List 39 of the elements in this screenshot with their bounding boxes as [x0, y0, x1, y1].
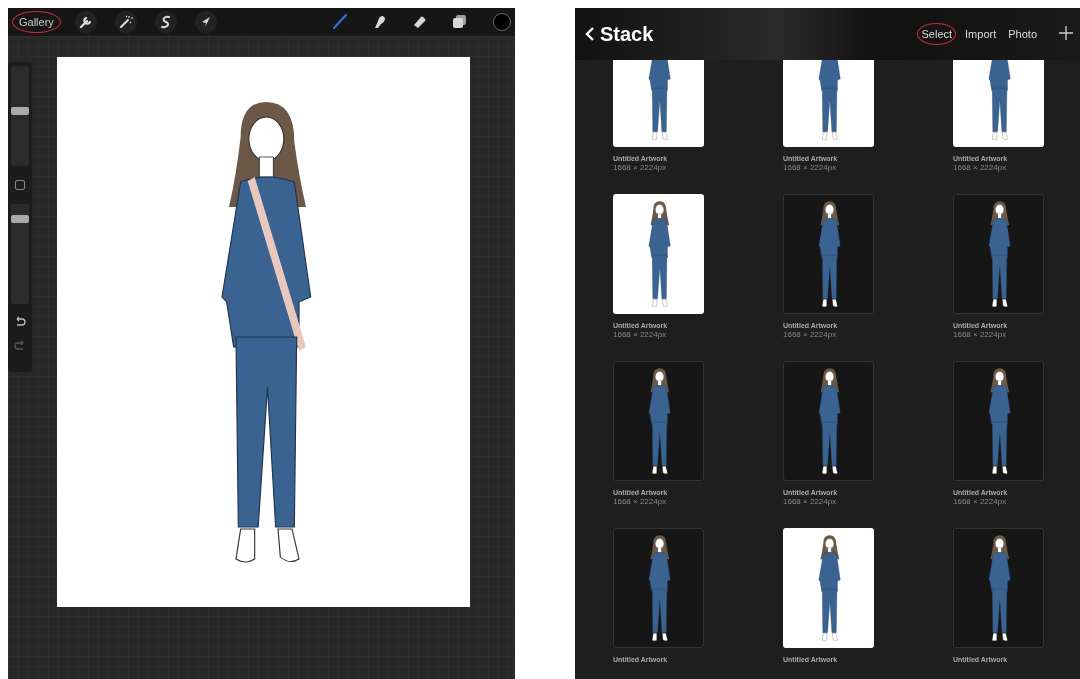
slider-thumb[interactable] [11, 107, 29, 115]
plus-icon [1059, 26, 1073, 40]
artwork-thumbnail[interactable] [953, 361, 1044, 481]
artwork-thumbnail[interactable] [613, 528, 704, 648]
header-action[interactable]: Photo [1005, 24, 1040, 44]
artwork-thumbnail[interactable] [953, 194, 1044, 314]
artwork-size: 1668 × 2224px [783, 330, 838, 339]
artwork-thumbnail[interactable] [783, 60, 874, 147]
artwork-size: 1668 × 2224px [953, 330, 1008, 339]
artwork-size: 1668 × 2224px [613, 163, 668, 172]
artwork-thumbnail[interactable] [783, 528, 874, 648]
artwork-size: 1668 × 2224px [783, 497, 838, 506]
magic-wand-button[interactable] [114, 11, 137, 33]
wrench-button[interactable] [74, 11, 97, 33]
header-action[interactable]: Import [962, 24, 1000, 44]
artwork-thumbnail[interactable] [953, 60, 1044, 147]
chevron-left-icon [585, 26, 595, 42]
artwork-thumbnail[interactable] [613, 361, 704, 481]
artwork-thumbnail[interactable] [783, 361, 874, 481]
artwork-thumbnail[interactable] [613, 194, 704, 314]
modify-button[interactable] [15, 180, 25, 190]
undo-icon [14, 316, 26, 326]
artwork-size: 1668 × 2224px [613, 330, 668, 339]
brush-icon [330, 12, 350, 32]
artwork-size: 1668 × 2224px [953, 497, 1008, 506]
artwork-size: 1668 × 2224px [953, 163, 1008, 172]
opacity-slider[interactable] [11, 204, 29, 304]
selection-button[interactable] [154, 11, 177, 33]
artwork-thumbnail[interactable] [783, 194, 874, 314]
artwork-size: 1668 × 2224px [783, 163, 838, 172]
slider-thumb[interactable] [11, 215, 29, 223]
back-button[interactable]: Stack [585, 22, 654, 46]
artwork-size: 1668 × 2224px [613, 497, 668, 506]
artwork-thumbnail[interactable] [613, 60, 704, 147]
artwork-thumbnail[interactable] [953, 528, 1044, 648]
color-swatch[interactable] [493, 13, 511, 31]
redo-icon [14, 340, 26, 350]
brush-size-slider[interactable] [11, 66, 29, 166]
cursor-arrow-button[interactable] [194, 11, 217, 33]
